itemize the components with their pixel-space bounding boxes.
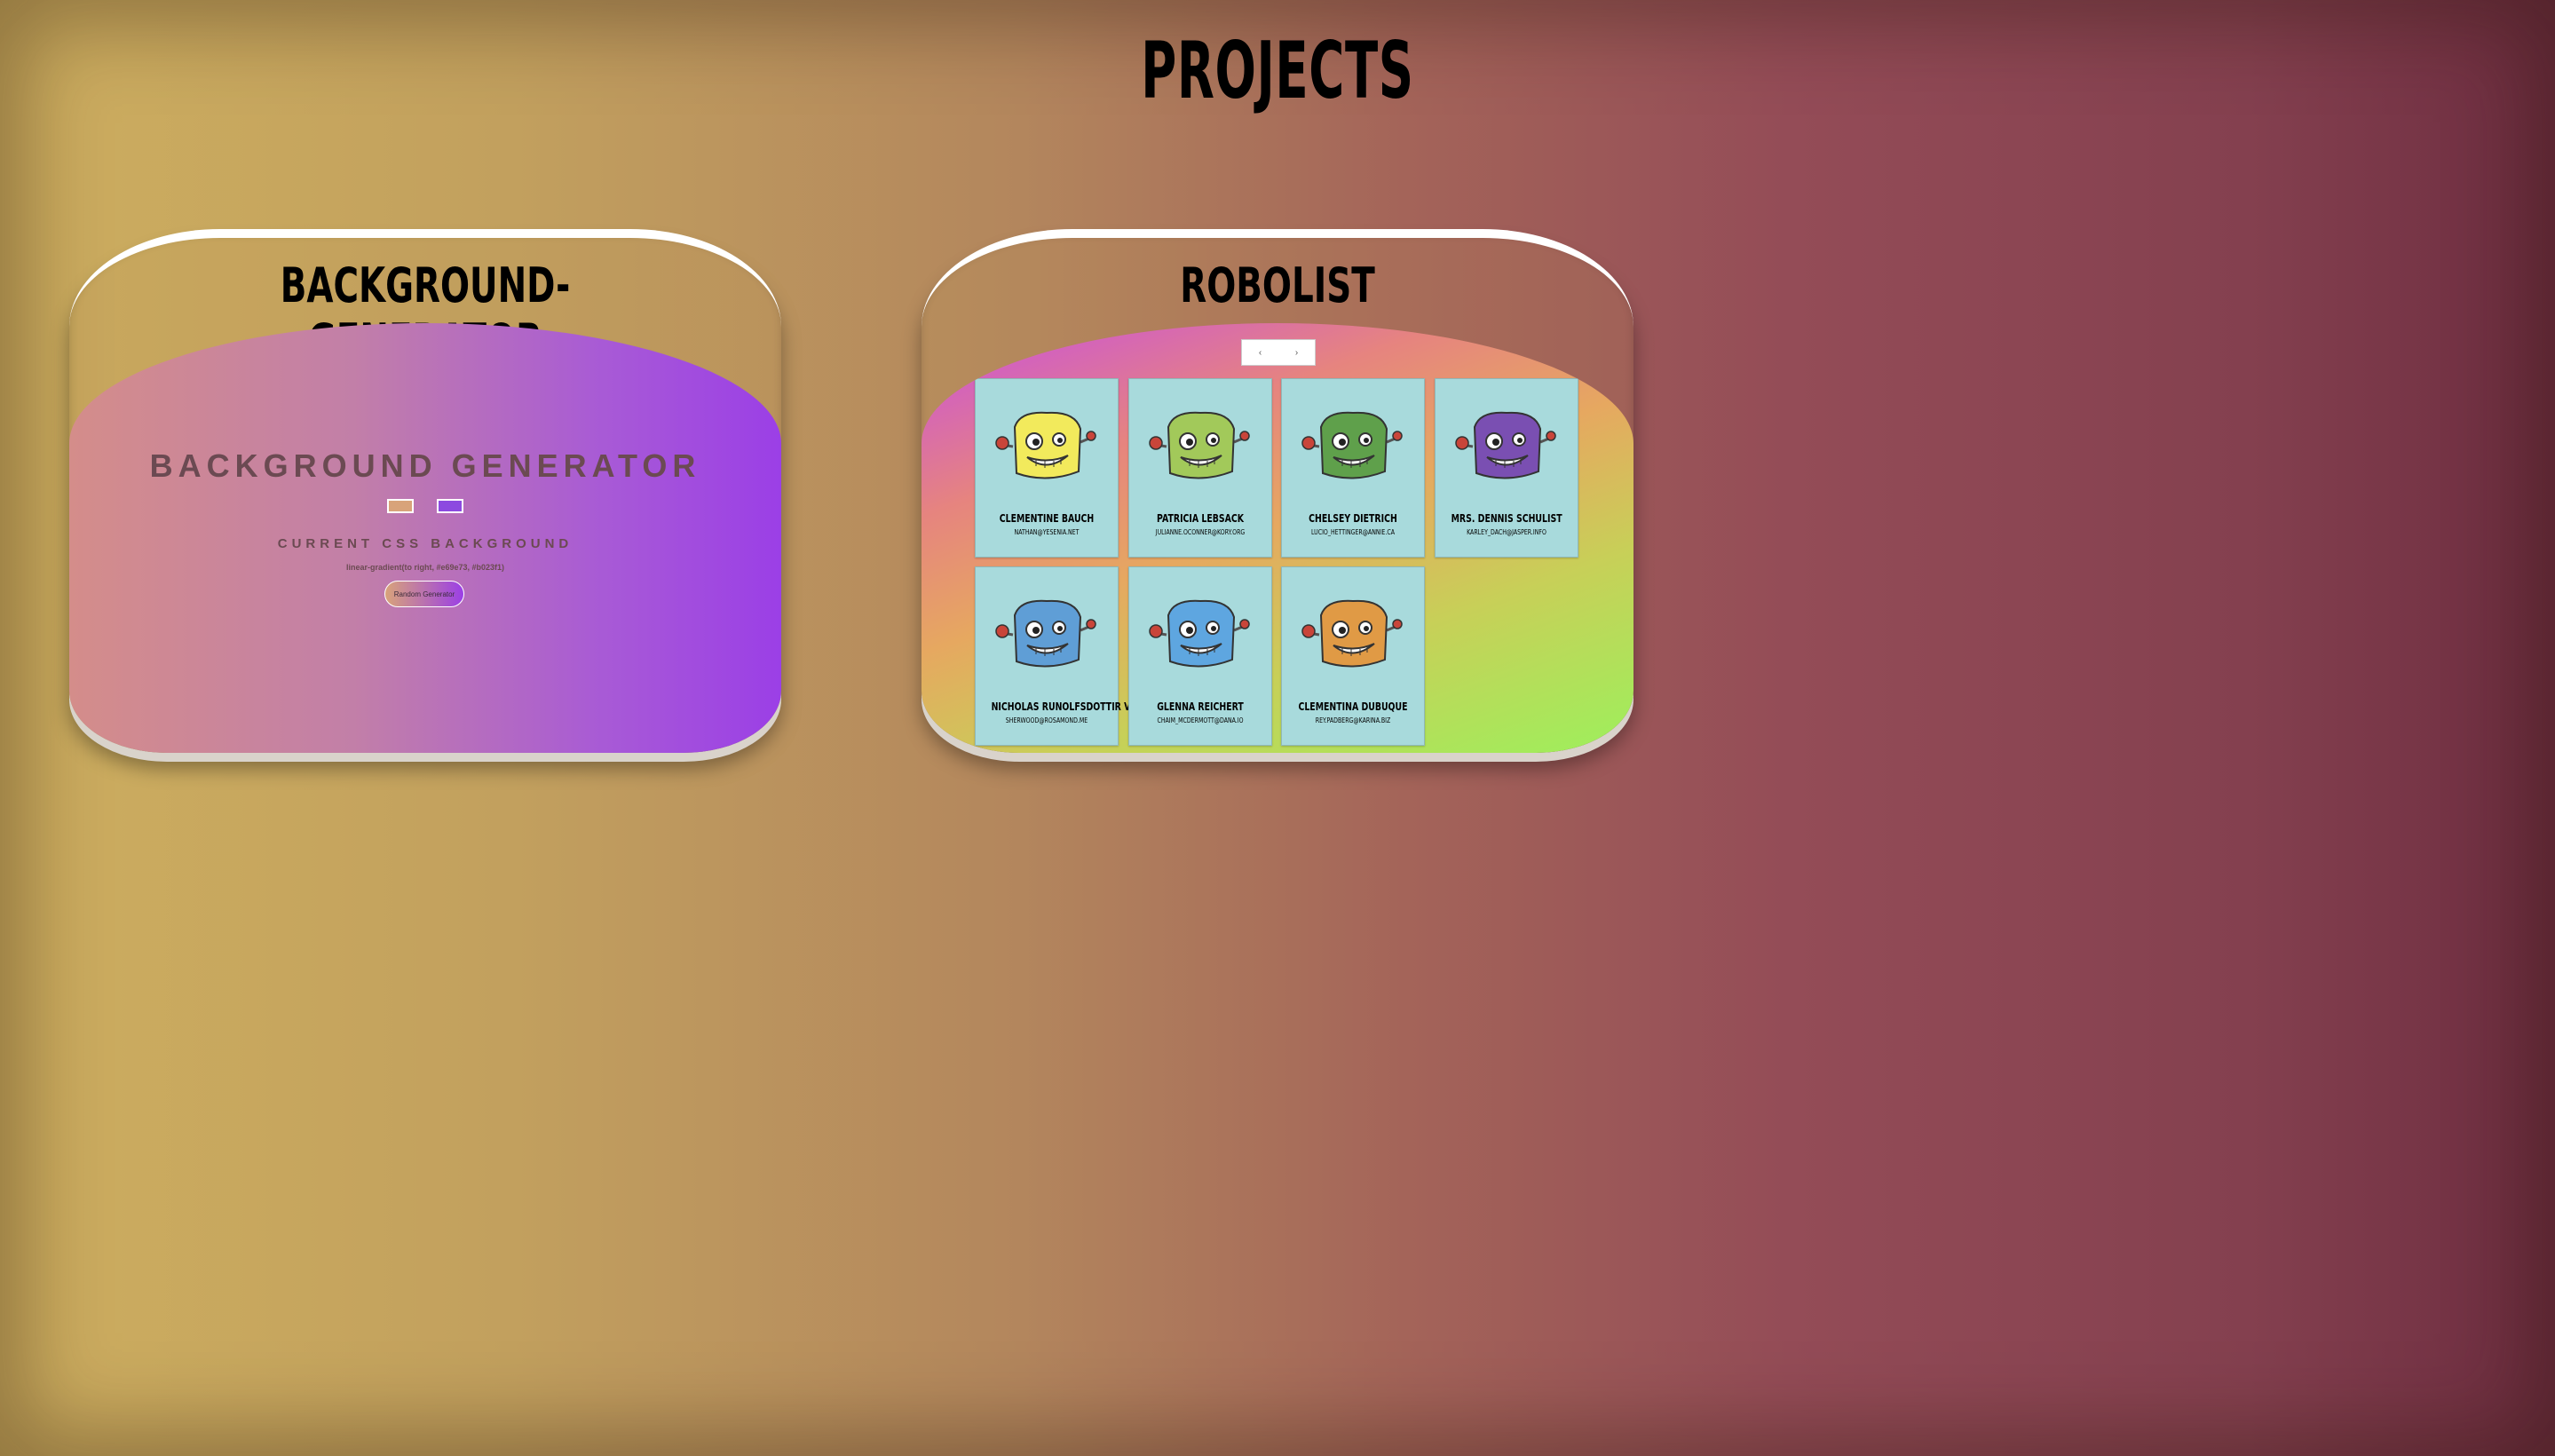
robot-email: JULIANNE.OCONNER@KORY.ORG [1155, 528, 1245, 536]
robot-name: CHELSEY DIETRICH [1309, 512, 1397, 525]
robot-avatar-icon [1148, 411, 1250, 479]
robot-avatar-icon [1301, 411, 1403, 479]
preview-heading: BACKGROUND GENERATOR [149, 447, 701, 484]
preview-subheading: CURRENT CSS BACKGROUND [277, 536, 573, 551]
robot-card[interactable]: GLENNA REICHERT CHAIM_MCDERMOTT@DANA.IO [1127, 566, 1272, 746]
robot-avatar-icon [995, 411, 1096, 479]
chevron-left-icon[interactable]: ‹ [1259, 348, 1262, 358]
project-preview[interactable]: ‹ › CLEMENTINE BAUCH NATHAN@YESENIA.NET PA… [922, 323, 1633, 753]
robot-card[interactable]: CHELSEY DIETRICH LUCIO_HETTINGER@ANNIE.CA [1281, 378, 1425, 558]
chevron-right-icon[interactable]: › [1295, 348, 1298, 358]
project-preview[interactable]: BACKGROUND GENERATOR CURRENT CSS BACKGRO… [69, 323, 781, 753]
robot-avatar-icon [1454, 411, 1556, 479]
css-value-text: linear-gradient(to right, #e69e73, #b023… [345, 563, 505, 572]
robot-card[interactable]: NICHOLAS RUNOLFSDOTTIR V SHERWOOD@ROSAMON… [975, 566, 1131, 746]
project-card-background-generator[interactable]: BACKGROUND-GENERATOR BACKGROUND GENERATO… [69, 229, 781, 753]
color-input-1[interactable] [386, 499, 414, 513]
robot-card[interactable]: PATRICIA LEBSACK JULIANNE.OCONNER@KORY.OR… [1127, 378, 1272, 558]
random-generator-button[interactable]: Random Generator [384, 581, 464, 607]
robot-card[interactable]: CLEMENTINA DUBUQUE REY.PADBERG@KARINA.BIZ [1281, 566, 1425, 746]
robot-avatar-icon [1148, 599, 1250, 668]
project-title: ROBOLIST [1180, 257, 1375, 313]
search-input[interactable]: ‹ › [1241, 339, 1316, 366]
robot-avatar-icon [995, 599, 1096, 668]
robot-card[interactable]: MRS. DENNIS SCHULIST KARLEY_DACH@JASPER.I… [1434, 378, 1578, 558]
project-card-robolist[interactable]: ROBOLIST ‹ › CLEMENTINE BAUCH NATHAN@YESE… [922, 229, 1633, 753]
robot-email: CHAIM_MCDERMOTT@DANA.IO [1156, 716, 1244, 724]
robot-name: CLEMENTINA DUBUQUE [1298, 700, 1408, 713]
color-input-2[interactable] [437, 499, 464, 513]
robot-email: KARLEY_DACH@JASPER.INFO [1466, 528, 1546, 536]
robot-email: LUCIO_HETTINGER@ANNIE.CA [1311, 528, 1395, 536]
robot-name: PATRICIA LEBSACK [1156, 512, 1244, 525]
robot-email: SHERWOOD@ROSAMOND.ME [1005, 716, 1088, 724]
robot-name: NICHOLAS RUNOLFSDOTTIR V [991, 700, 1131, 713]
robot-card[interactable]: CLEMENTINE BAUCH NATHAN@YESENIA.NET [975, 378, 1119, 558]
robot-email: NATHAN@YESENIA.NET [1014, 528, 1080, 536]
page-title: PROJECTS [1141, 25, 1414, 116]
robot-avatar-icon [1301, 599, 1403, 668]
robot-email: REY.PADBERG@KARINA.BIZ [1315, 716, 1391, 724]
color-pickers [69, 499, 781, 515]
robot-name: MRS. DENNIS SCHULIST [1451, 512, 1562, 525]
robot-name: CLEMENTINE BAUCH [999, 512, 1095, 525]
robot-name: GLENNA REICHERT [1156, 700, 1244, 713]
